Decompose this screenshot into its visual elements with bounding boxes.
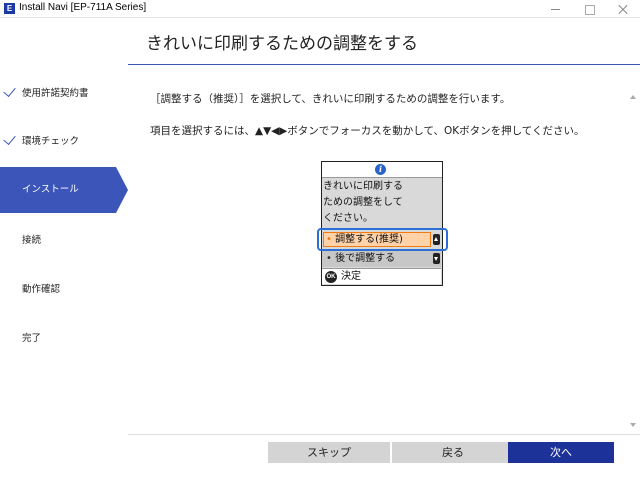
title-bar: E Install Navi [EP-711A Series] <box>0 0 640 18</box>
step-label: 使用許諾契約書 <box>22 88 89 99</box>
check-icon <box>3 84 16 97</box>
window-title: Install Navi [EP-711A Series] <box>19 2 147 13</box>
step-label: 接続 <box>22 235 42 246</box>
check-icon <box>3 132 16 145</box>
lcd-footer: OK 決定 <box>322 268 441 284</box>
minimize-button[interactable] <box>538 0 572 18</box>
instruction-text: ［調整する（推奨）］を選択して、きれいに印刷するための調整を行います。 <box>150 93 511 105</box>
lcd-scroll-down-icon <box>433 253 440 264</box>
scroll-down-arrow-icon[interactable] <box>630 423 636 427</box>
maximize-button[interactable] <box>572 0 606 18</box>
step-environment-check: 環境チェック <box>0 119 128 165</box>
lcd-header: i <box>322 162 442 178</box>
app-icon: E <box>4 3 15 14</box>
lcd-message-line: ください。 <box>323 213 373 224</box>
back-button[interactable]: 戻る <box>392 442 514 463</box>
step-label: 動作確認 <box>22 284 61 295</box>
next-button[interactable]: 次へ <box>508 442 614 463</box>
step-install: インストール <box>0 167 128 213</box>
ok-button-icon: OK <box>325 271 337 283</box>
lcd-message: きれいに印刷する ための調整をして ください。 <box>322 178 442 228</box>
step-complete: 完了 <box>0 316 128 362</box>
step-license: 使用許諾契約書 <box>0 71 128 117</box>
info-icon: i <box>375 164 386 175</box>
lcd-message-line: ための調整をして <box>323 197 403 208</box>
close-button[interactable] <box>606 0 640 18</box>
lcd-option-later: • 後で調整する <box>322 250 441 267</box>
lcd-option-label: 後で調整する <box>335 253 396 264</box>
printer-lcd-illustration: i きれいに印刷する ための調整をして ください。 • 調整する(推奨) • 後… <box>321 161 443 286</box>
step-sidebar: 使用許諾契約書 環境チェック インストール 接続 動作確認 完了 <box>0 19 128 479</box>
ok-label: 決定 <box>341 271 361 282</box>
step-label: 完了 <box>22 333 42 344</box>
main-panel: きれいに印刷するための調整をする ［調整する（推奨）］を選択して、きれいに印刷す… <box>128 19 640 479</box>
scroll-up-arrow-icon[interactable] <box>630 95 636 99</box>
focus-ring <box>317 228 448 251</box>
step-connect: 接続 <box>0 218 128 264</box>
content-area[interactable]: ［調整する（推奨）］を選択して、きれいに印刷するための調整を行います。 項目を選… <box>128 65 640 435</box>
step-label: 環境チェック <box>22 136 80 147</box>
skip-button[interactable]: スキップ <box>268 442 390 463</box>
step-operation-check: 動作確認 <box>0 267 128 313</box>
navigation-help-text: 項目を選択するには、▲▼◀▶ボタンでフォーカスを動かして、OKボタンを押してくだ… <box>150 125 585 137</box>
lcd-message-line: きれいに印刷する <box>323 181 403 192</box>
step-label: インストール <box>22 184 79 195</box>
page-title: きれいに印刷するための調整をする <box>146 34 418 54</box>
